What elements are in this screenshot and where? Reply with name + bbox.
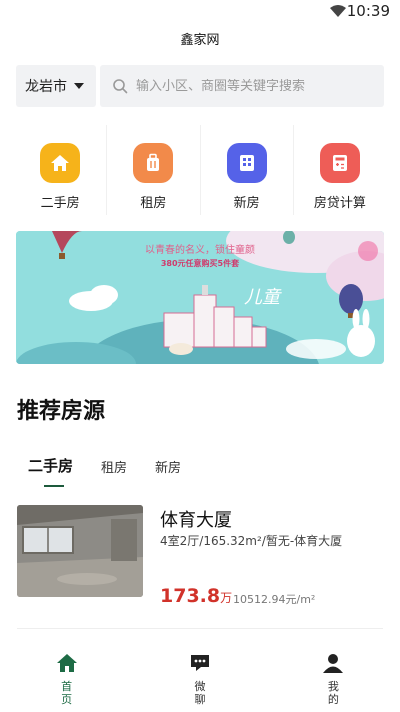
nav-home[interactable]: 首页 bbox=[0, 640, 133, 712]
city-selector[interactable]: 龙岩市 bbox=[16, 65, 96, 107]
quick-label: 新房 bbox=[233, 196, 260, 211]
luggage-icon bbox=[133, 143, 174, 183]
wifi-icon bbox=[330, 5, 346, 17]
divider bbox=[17, 628, 383, 629]
nav-chat[interactable]: 微聊 bbox=[133, 640, 266, 712]
price-unit: 万 bbox=[220, 591, 233, 605]
banner-subline: 380元任意购买5件套 bbox=[160, 259, 240, 268]
quick-item-rent[interactable]: 租房 bbox=[107, 125, 201, 215]
quick-label: 房贷计算 bbox=[313, 196, 366, 211]
recommend-tabs: 二手房 租房 新房 bbox=[28, 455, 209, 476]
app-title: 鑫家网 bbox=[180, 33, 220, 48]
active-tab-indicator bbox=[44, 485, 64, 487]
status-time: 10:39 bbox=[346, 2, 390, 20]
tab-rent[interactable]: 租房 bbox=[101, 457, 127, 476]
quick-label: 租房 bbox=[140, 196, 167, 211]
tab-new-home[interactable]: 新房 bbox=[155, 457, 181, 476]
search-icon bbox=[113, 79, 128, 94]
quick-menu: 二手房 租房 新房 房贷计算 bbox=[14, 125, 386, 215]
promo-banner[interactable]: 以青春的名义，锁住童颜 380元任意购买5件套 儿童 bbox=[16, 231, 384, 364]
listing-title: 体育大厦 bbox=[160, 510, 232, 531]
quick-item-new-home[interactable]: 新房 bbox=[201, 125, 294, 215]
tab-second-hand[interactable]: 二手房 bbox=[28, 455, 73, 476]
quick-item-second-hand[interactable]: 二手房 bbox=[14, 125, 108, 215]
city-label: 龙岩市 bbox=[25, 79, 67, 95]
status-bar: 10:39 bbox=[0, 0, 400, 24]
nav-label: 我的 bbox=[327, 680, 339, 706]
nav-me[interactable]: 我的 bbox=[267, 640, 400, 712]
price-value: 173.8 bbox=[160, 585, 221, 607]
banner-brand: 儿童 bbox=[244, 287, 280, 308]
listing-photo bbox=[17, 505, 143, 597]
chat-icon bbox=[190, 655, 209, 671]
search-row: 龙岩市 bbox=[16, 65, 384, 107]
home-icon bbox=[40, 143, 81, 183]
unit-price: 10512.94元/m² bbox=[233, 593, 316, 606]
listing-price: 173.8万 bbox=[160, 585, 232, 607]
listing-desc: 4室2厅/165.32m²/暂无-体育大厦 bbox=[160, 534, 343, 548]
listing-card[interactable]: 体育大厦 4室2厅/165.32m²/暂无-体育大厦 173.8万 10512.… bbox=[17, 505, 383, 607]
search-input[interactable] bbox=[136, 78, 366, 94]
building-icon bbox=[226, 143, 267, 183]
nav-label: 首页 bbox=[61, 680, 73, 706]
quick-label: 二手房 bbox=[40, 196, 80, 211]
user-icon bbox=[323, 654, 344, 673]
quick-item-mortgage-calc[interactable]: 房贷计算 bbox=[294, 125, 386, 215]
search-box[interactable] bbox=[100, 65, 384, 107]
nav-label: 微聊 bbox=[194, 680, 206, 706]
section-title: 推荐房源 bbox=[17, 399, 106, 424]
banner-headline: 以青春的名义，锁住童颜 bbox=[145, 245, 255, 256]
caret-down-icon bbox=[74, 83, 84, 89]
home-icon bbox=[56, 654, 77, 672]
calculator-icon bbox=[319, 143, 360, 183]
bottom-nav: 首页 微聊 我的 bbox=[0, 640, 400, 712]
